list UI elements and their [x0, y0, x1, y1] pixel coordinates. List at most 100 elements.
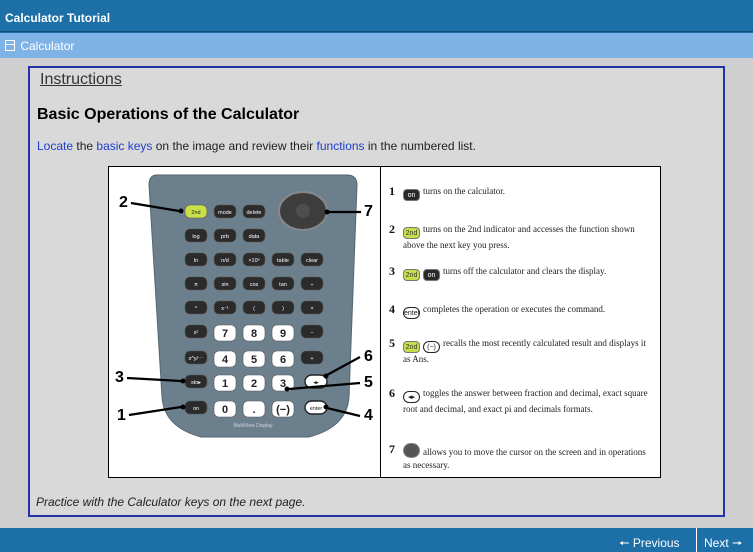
next-label: Next: [704, 536, 729, 550]
app-title: Calculator Tutorial: [5, 11, 111, 25]
callout-number: 3: [115, 369, 124, 386]
calc-key-label: (−): [276, 404, 290, 416]
arrow-left-icon: 🠔: [619, 536, 630, 550]
footer-bar: 🠔 Previous Next 🠖: [0, 528, 753, 552]
previous-label: Previous: [632, 536, 680, 550]
callout-number: 6: [364, 348, 373, 365]
key-icon: 2nd: [403, 269, 420, 281]
calc-key-label: 2nd: [191, 210, 200, 216]
calc-key-label: 1: [222, 378, 228, 390]
calc-key-label: x⁻¹: [221, 306, 229, 312]
calc-key-label: ◂▸: [313, 380, 319, 386]
calc-key-label: table: [277, 258, 289, 264]
calc-key-label: 9: [280, 328, 286, 340]
calc-key-label: x^y/⋯: [188, 356, 204, 362]
calc-key-label: mode: [218, 210, 232, 216]
previous-button[interactable]: 🠔 Previous: [619, 528, 693, 552]
callout-number: 4: [364, 407, 373, 424]
list-item-text: 2nd (−) recalls the most recently calculat…: [403, 337, 655, 366]
list-item-number: 5: [389, 336, 395, 350]
key-icon: 2nd: [403, 227, 420, 239]
key-icon: ◂▸: [403, 391, 420, 403]
list-item-description: allows you to move the cursor on the scr…: [403, 447, 646, 470]
list-item-text: 2nd turns on the 2nd indicator and access…: [403, 223, 655, 252]
arrow-right-icon: 🠖: [732, 536, 743, 550]
collapse-box-icon[interactable]: [5, 40, 15, 51]
calc-key-label: .: [252, 404, 255, 416]
list-item-number: 3: [389, 264, 395, 278]
calc-key-label: ×: [310, 306, 313, 312]
calc-key-label: sto▸: [191, 380, 201, 386]
list-item-number: 7: [389, 442, 395, 456]
calc-key-label: 8: [251, 328, 257, 340]
list-item-number: 4: [389, 302, 395, 316]
next-button[interactable]: Next 🠖: [696, 528, 753, 552]
key-icon: on: [423, 269, 440, 281]
calc-key-label: on: [193, 406, 199, 412]
callout-dot: [180, 378, 186, 384]
callout-number: 5: [364, 374, 373, 391]
calculator-figure: 2nd mode delete log prb data ln n/d ×10ⁿ table cle…: [108, 166, 661, 478]
calc-key-label: clear: [306, 258, 318, 264]
list-item-description: toggles the answer between fraction and …: [403, 388, 648, 414]
key-icon: enter: [403, 307, 420, 319]
calculator-illustration: 2nd mode delete log prb data ln n/d ×10ⁿ table cle…: [115, 174, 373, 438]
lesson-panel: Instructions Basic Operations of the Cal…: [28, 66, 725, 517]
calc-key-label: log: [192, 234, 199, 240]
calc-key-label: enter: [310, 406, 323, 412]
callout-dot: [180, 404, 186, 410]
list-item-description: recalls the most recently calculated res…: [403, 338, 646, 364]
section-header[interactable]: Calculator: [0, 33, 753, 58]
list-item-text: allows you to move the cursor on the scr…: [403, 443, 655, 472]
calc-key-label: 4: [222, 354, 229, 366]
list-item-description: turns off the calculator and clears the …: [443, 266, 607, 276]
callout-number: 1: [117, 407, 126, 424]
calc-key-label: 2: [251, 378, 257, 390]
calc-key-label: cos: [250, 282, 259, 288]
locate-link[interactable]: Locate: [37, 139, 73, 153]
calc-key-label: prb: [221, 234, 229, 240]
calc-key-label: (: [253, 306, 255, 312]
calc-key-label: ): [282, 306, 284, 312]
calc-key-label: x²: [194, 330, 199, 336]
callout-dot: [178, 208, 184, 214]
list-item-description: turns on the calculator.: [423, 186, 505, 196]
calculator-image: 2nd mode delete log prb data ln n/d ×10ⁿ table cle…: [109, 167, 381, 477]
callout-number: 7: [364, 203, 373, 220]
function-list: 1 on turns on the calculator. 2 2nd turns on …: [384, 167, 660, 477]
list-item-text: on turns on the calculator.: [403, 185, 655, 201]
calc-key-label: delete: [247, 210, 262, 216]
calculator-caption: MultiView Display: [233, 423, 273, 429]
instructions-label: Instructions: [40, 71, 122, 88]
intro-text: Locate the basic keys on the image and r…: [37, 139, 476, 153]
nav-pad-icon: [403, 443, 420, 458]
page-heading: Basic Operations of the Calculator: [37, 106, 300, 123]
calc-key-label: n/d: [221, 258, 229, 264]
calc-key-label: −: [310, 330, 313, 336]
basic-keys-link[interactable]: basic keys: [96, 139, 152, 153]
callout-dot: [284, 386, 290, 392]
key-icon: 2nd: [403, 341, 420, 353]
functions-link[interactable]: functions: [317, 139, 365, 153]
list-item-description: turns on the 2nd indicator and accesses …: [403, 224, 635, 250]
calc-key-label: ×10ⁿ: [248, 257, 259, 264]
list-item-text: ◂▸ toggles the answer between fraction an…: [403, 387, 655, 416]
practice-note: Practice with the Calculator keys on the…: [36, 495, 306, 509]
list-item-text: enter completes the operation or executes…: [403, 303, 655, 319]
calc-key-label: ln: [194, 258, 198, 264]
key-icon: (−): [423, 341, 440, 353]
calc-key-label: data: [249, 234, 261, 240]
calc-key-label: 6: [280, 354, 286, 366]
app-title-bar: Calculator Tutorial: [0, 0, 753, 32]
callout-number: 2: [119, 194, 128, 211]
calc-key-label: tan: [279, 282, 287, 288]
list-item-number: 2: [389, 222, 395, 236]
section-label[interactable]: Calculator: [20, 39, 74, 53]
list-item-description: completes the operation or executes the …: [423, 304, 606, 314]
calc-key-label: +: [310, 356, 313, 362]
list-item-number: 6: [389, 386, 395, 400]
key-icon: on: [403, 189, 420, 201]
calc-key-label: 7: [222, 328, 228, 340]
callout-dot: [324, 209, 330, 215]
calc-key-label: 0: [222, 404, 228, 416]
